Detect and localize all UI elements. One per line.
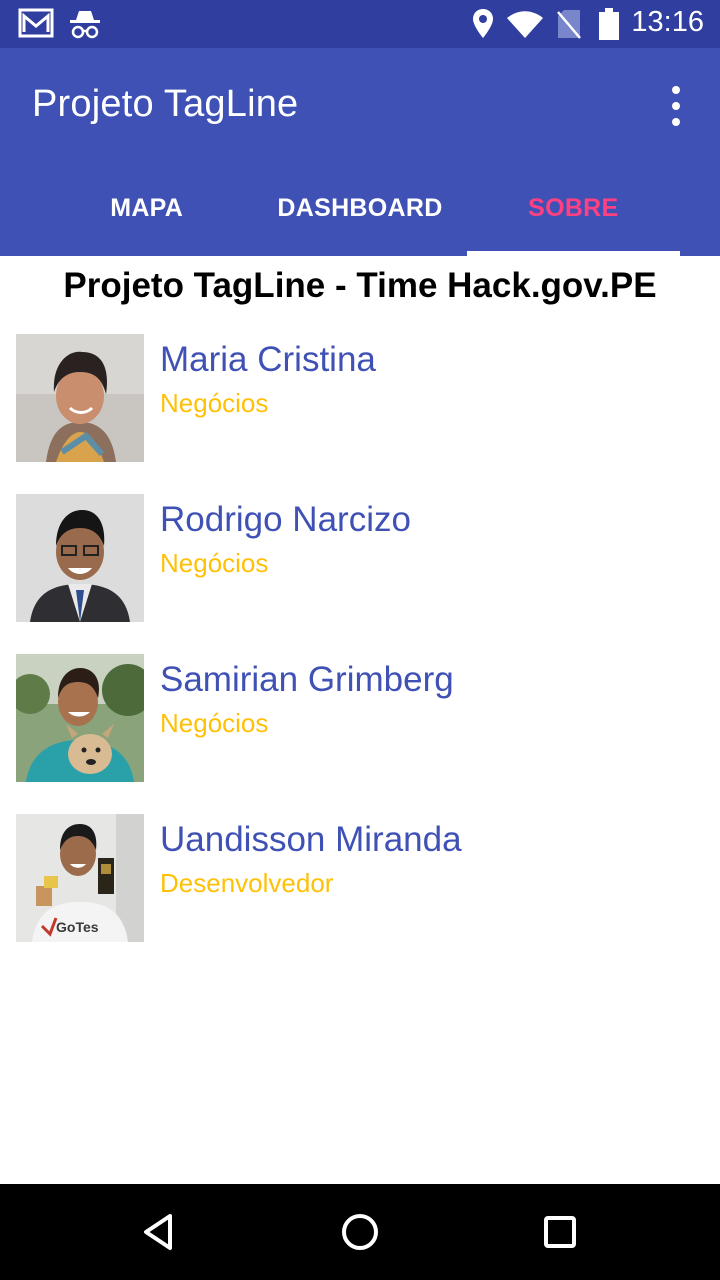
tab-label: DASHBOARD	[277, 193, 443, 222]
clock: 13:16	[631, 6, 704, 38]
member-photo	[16, 494, 144, 622]
member-photo	[16, 654, 144, 782]
member-name: Rodrigo Narcizo	[160, 500, 411, 539]
member-role: Negócios	[160, 388, 269, 418]
no-sim-icon	[556, 8, 582, 45]
member-role: Desenvolvedor	[160, 868, 334, 898]
gmail-icon	[18, 8, 54, 43]
battery-icon	[598, 8, 620, 45]
member-role: Negócios	[160, 708, 269, 738]
team-member-item: GoTes Uandisson Miranda Desenvolvedor	[16, 814, 706, 942]
tab-label: MAPA	[110, 193, 184, 222]
team-member-item: Rodrigo Narcizo Negócios	[16, 494, 706, 622]
more-vert-icon[interactable]	[656, 84, 696, 128]
back-icon[interactable]	[136, 1208, 184, 1256]
tab-mapa[interactable]: MAPA	[40, 160, 253, 256]
member-name: Maria Cristina	[160, 340, 376, 379]
tab-label: SOBRE	[528, 193, 619, 222]
app-title: Projeto TagLine	[32, 83, 299, 125]
recents-icon[interactable]	[536, 1208, 584, 1256]
member-photo: GoTes	[16, 814, 144, 942]
team-member-item: Samirian Grimberg Negócios	[16, 654, 706, 782]
tab-dashboard[interactable]: DASHBOARD	[253, 160, 466, 256]
team-member-item: Maria Cristina Negócios	[16, 334, 706, 462]
location-icon	[472, 8, 494, 45]
page-heading: Projeto TagLine - Time Hack.gov.PE	[63, 266, 657, 305]
tab-sobre[interactable]: SOBRE	[466, 160, 680, 256]
svg-text:GoTes: GoTes	[56, 919, 99, 935]
status-bar: 13:16	[0, 0, 720, 48]
tab-indicator	[466, 251, 680, 256]
app-bar: Projeto TagLine MAPA DASHBOARD SOBRE	[0, 48, 720, 256]
navigation-bar	[0, 1184, 720, 1280]
member-name: Samirian Grimberg	[160, 660, 454, 699]
tab-bar: MAPA DASHBOARD SOBRE	[40, 160, 680, 256]
member-name: Uandisson Miranda	[160, 820, 462, 859]
home-icon[interactable]	[336, 1208, 384, 1256]
wifi-icon	[506, 10, 544, 43]
incognito-icon	[68, 8, 102, 45]
member-photo	[16, 334, 144, 462]
member-role: Negócios	[160, 548, 269, 578]
